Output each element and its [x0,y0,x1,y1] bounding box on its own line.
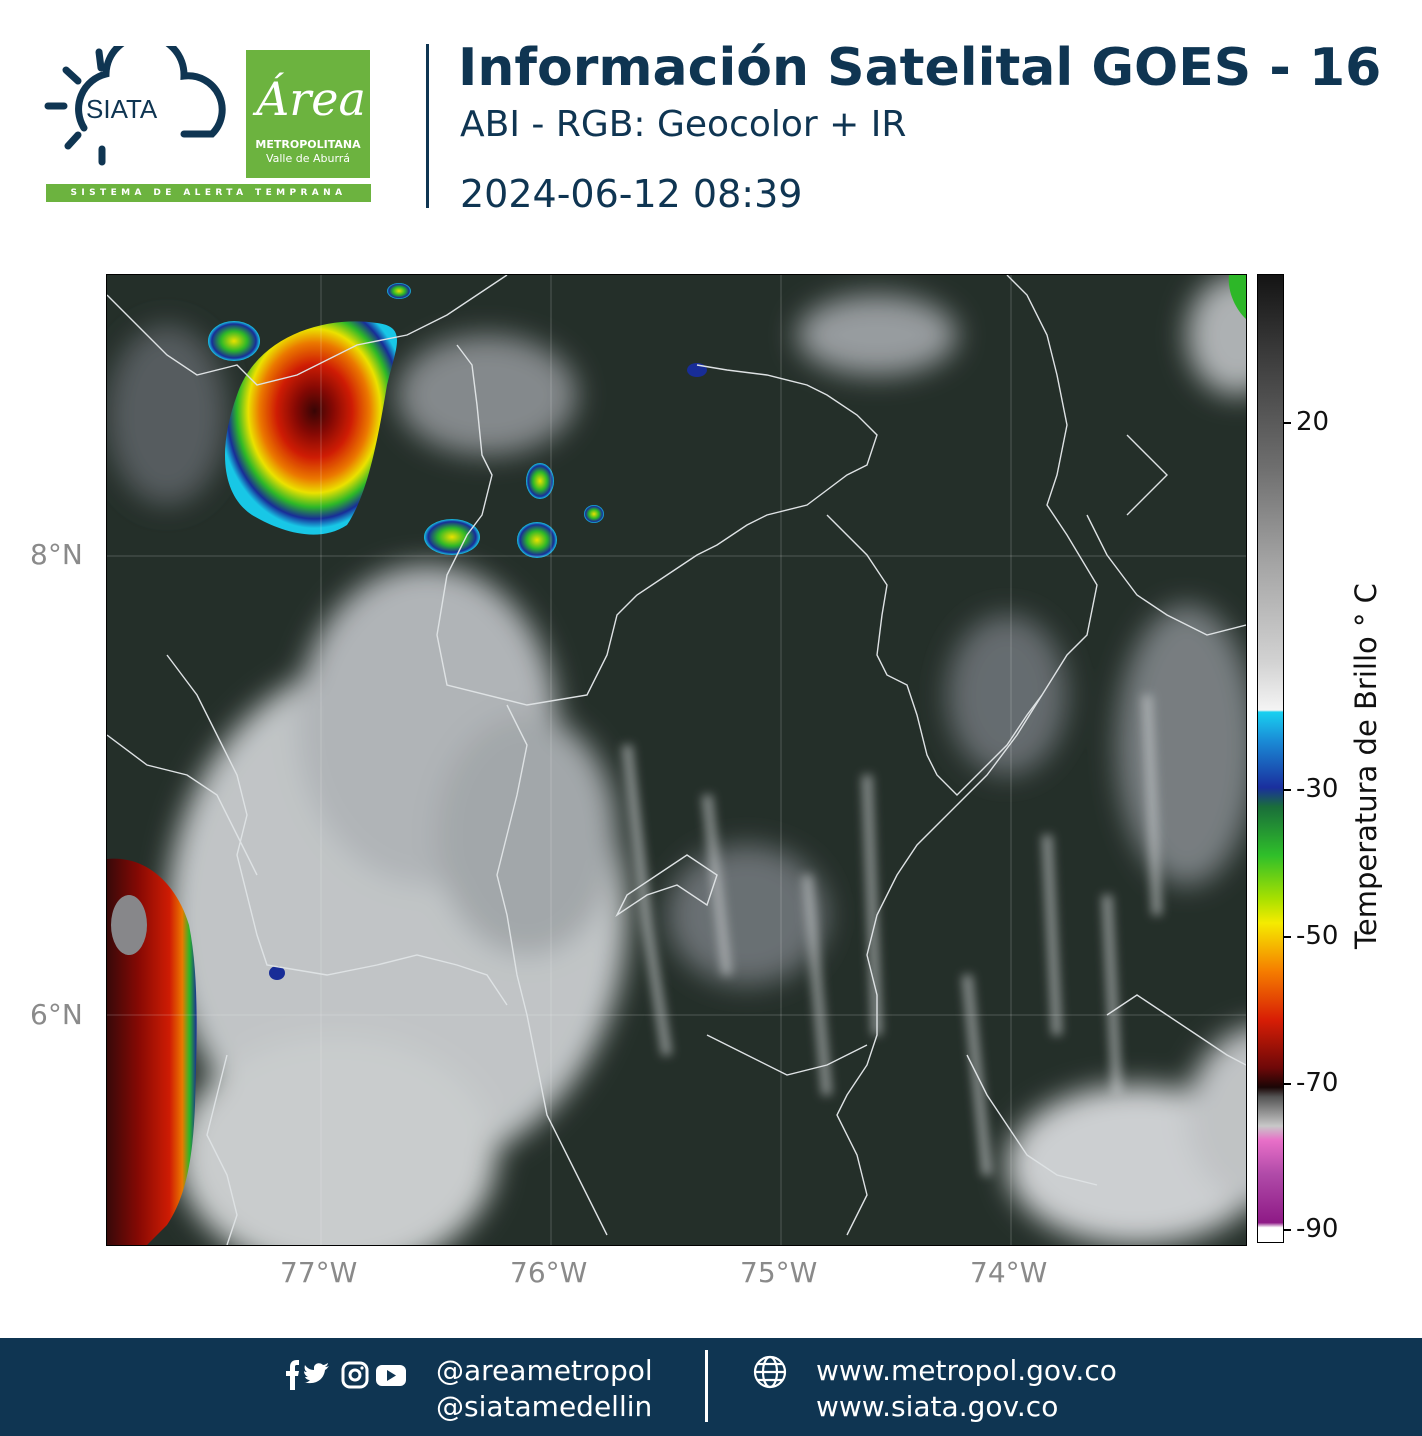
colorbar-tick [1283,936,1291,938]
page-title: Información Satelital GOES - 16 [458,38,1382,98]
facebook-icon[interactable] [286,1360,299,1390]
siata-logo-text: SIATA [86,94,158,124]
colorbar-tick [1283,422,1291,424]
area-logo-line2: Valle de Aburrá [265,152,351,165]
colorbar-tick [1283,1229,1291,1231]
header-divider [426,44,429,208]
social-handle-areametropol[interactable]: @areametropol [436,1354,653,1387]
instagram-icon[interactable] [341,1361,369,1389]
lon-label-75w: 75°W [740,1256,818,1289]
colorbar-tick [1283,1083,1291,1085]
satellite-map [106,274,1247,1246]
satellite-map-image [107,275,1246,1245]
logo-tagline: SISTEMA DE ALERTA TEMPRANA [46,184,371,202]
website-link-siata[interactable]: www.siata.gov.co [816,1390,1058,1423]
lon-label-76w: 76°W [510,1256,588,1289]
area-logo-line1: METROPOLITANA [255,138,361,151]
colorbar-tick-label: -90 [1296,1214,1339,1244]
page-subtitle: ABI - RGB: Geocolor + IR [460,104,907,145]
colorbar-tick-label: -50 [1296,921,1339,951]
area-logo-word: Área [256,72,366,126]
social-handle-siatamedellin[interactable]: @siatamedellin [436,1390,652,1423]
lat-label-8n: 8°N [30,538,83,571]
twitter-icon[interactable] [304,1363,329,1384]
colorbar-tick-label: -30 [1296,774,1339,804]
footer-divider [705,1350,708,1422]
header: SIATA Área METROPOLITANA Valle de Aburrá… [0,0,1422,240]
colorbar-tick-label: 20 [1296,407,1330,437]
area-metropolitana-logo: Área METROPOLITANA Valle de Aburrá [246,50,370,178]
footer: @areametropol @siatamedellin www.metropo… [0,1338,1422,1436]
lon-label-77w: 77°W [280,1256,358,1289]
lat-label-6n: 6°N [30,998,83,1031]
lon-label-74w: 74°W [970,1256,1048,1289]
youtube-icon[interactable] [376,1365,406,1386]
colorbar [1257,274,1284,1243]
image-datetime: 2024-06-12 08:39 [460,172,803,216]
globe-icon [753,1355,787,1389]
colorbar-title-text: Temperatura de Brillo ° C [1349,583,1383,949]
colorbar-tick [1283,789,1291,791]
social-icons [286,1360,406,1390]
colorbar-tick-label: -70 [1296,1068,1339,1098]
website-link-metropol[interactable]: www.metropol.gov.co [816,1354,1117,1387]
